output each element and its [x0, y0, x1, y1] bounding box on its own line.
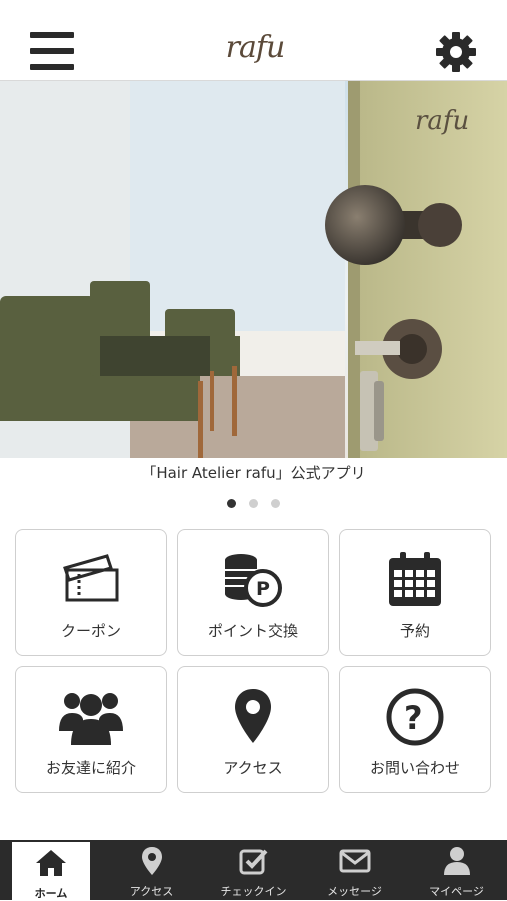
point-exchange-button[interactable]: P ポイント交換: [177, 529, 329, 656]
tab-home[interactable]: ホーム: [12, 842, 90, 900]
checkin-icon: [203, 846, 304, 878]
carousel-dot-2[interactable]: [249, 499, 258, 508]
bottom-tab-bar: ホーム アクセス チェックイン メッセージ マイページ: [0, 840, 507, 900]
point-coins-icon: P: [178, 550, 328, 614]
access-button[interactable]: アクセス: [177, 666, 329, 793]
contact-label: お問い合わせ: [369, 759, 460, 777]
envelope-icon: [304, 846, 405, 878]
reservation-label: 予約: [399, 622, 430, 640]
svg-text:?: ?: [404, 699, 423, 737]
tab-checkin[interactable]: チェックイン: [203, 840, 304, 900]
map-pin-icon: [101, 846, 202, 878]
hamburger-menu-icon[interactable]: [30, 32, 74, 70]
contact-button[interactable]: ? お問い合わせ: [339, 666, 491, 793]
tab-checkin-label: チェックイン: [220, 885, 287, 898]
coupon-ticket-icon: [16, 550, 166, 614]
tab-message-label: メッセージ: [327, 885, 382, 898]
tab-mypage-label: マイページ: [429, 885, 484, 898]
carousel-dot-1[interactable]: [226, 499, 236, 508]
tab-message[interactable]: メッセージ: [304, 840, 405, 900]
tab-access[interactable]: アクセス: [101, 840, 202, 900]
point-exchange-label: ポイント交換: [207, 622, 298, 640]
app-header: rafu: [0, 0, 507, 81]
tab-home-label: ホーム: [34, 887, 68, 900]
tab-access-label: アクセス: [129, 885, 174, 898]
home-icon: [12, 848, 90, 880]
coupon-button[interactable]: クーポン: [15, 529, 167, 656]
hero-caption: 「Hair Atelier rafu」公式アプリ: [141, 464, 366, 482]
calendar-icon: [340, 550, 490, 614]
refer-friend-label: お友達に紹介: [45, 759, 136, 777]
question-icon: ?: [340, 687, 490, 751]
hero-image[interactable]: rafu: [0, 81, 507, 458]
map-pin-icon: [178, 687, 328, 751]
carousel-dots: [0, 493, 507, 512]
friends-group-icon: [16, 687, 166, 751]
reservation-button[interactable]: 予約: [339, 529, 491, 656]
svg-text:P: P: [256, 578, 270, 600]
svg-text:rafu: rafu: [415, 106, 469, 136]
tab-mypage[interactable]: マイページ: [406, 840, 507, 900]
refer-friend-button[interactable]: お友達に紹介: [15, 666, 167, 793]
coupon-label: クーポン: [60, 622, 121, 640]
user-icon: [406, 846, 507, 878]
access-label: アクセス: [223, 759, 283, 777]
gear-icon[interactable]: [434, 30, 478, 74]
logo: rafu: [225, 30, 286, 65]
carousel-dot-3[interactable]: [271, 499, 281, 508]
